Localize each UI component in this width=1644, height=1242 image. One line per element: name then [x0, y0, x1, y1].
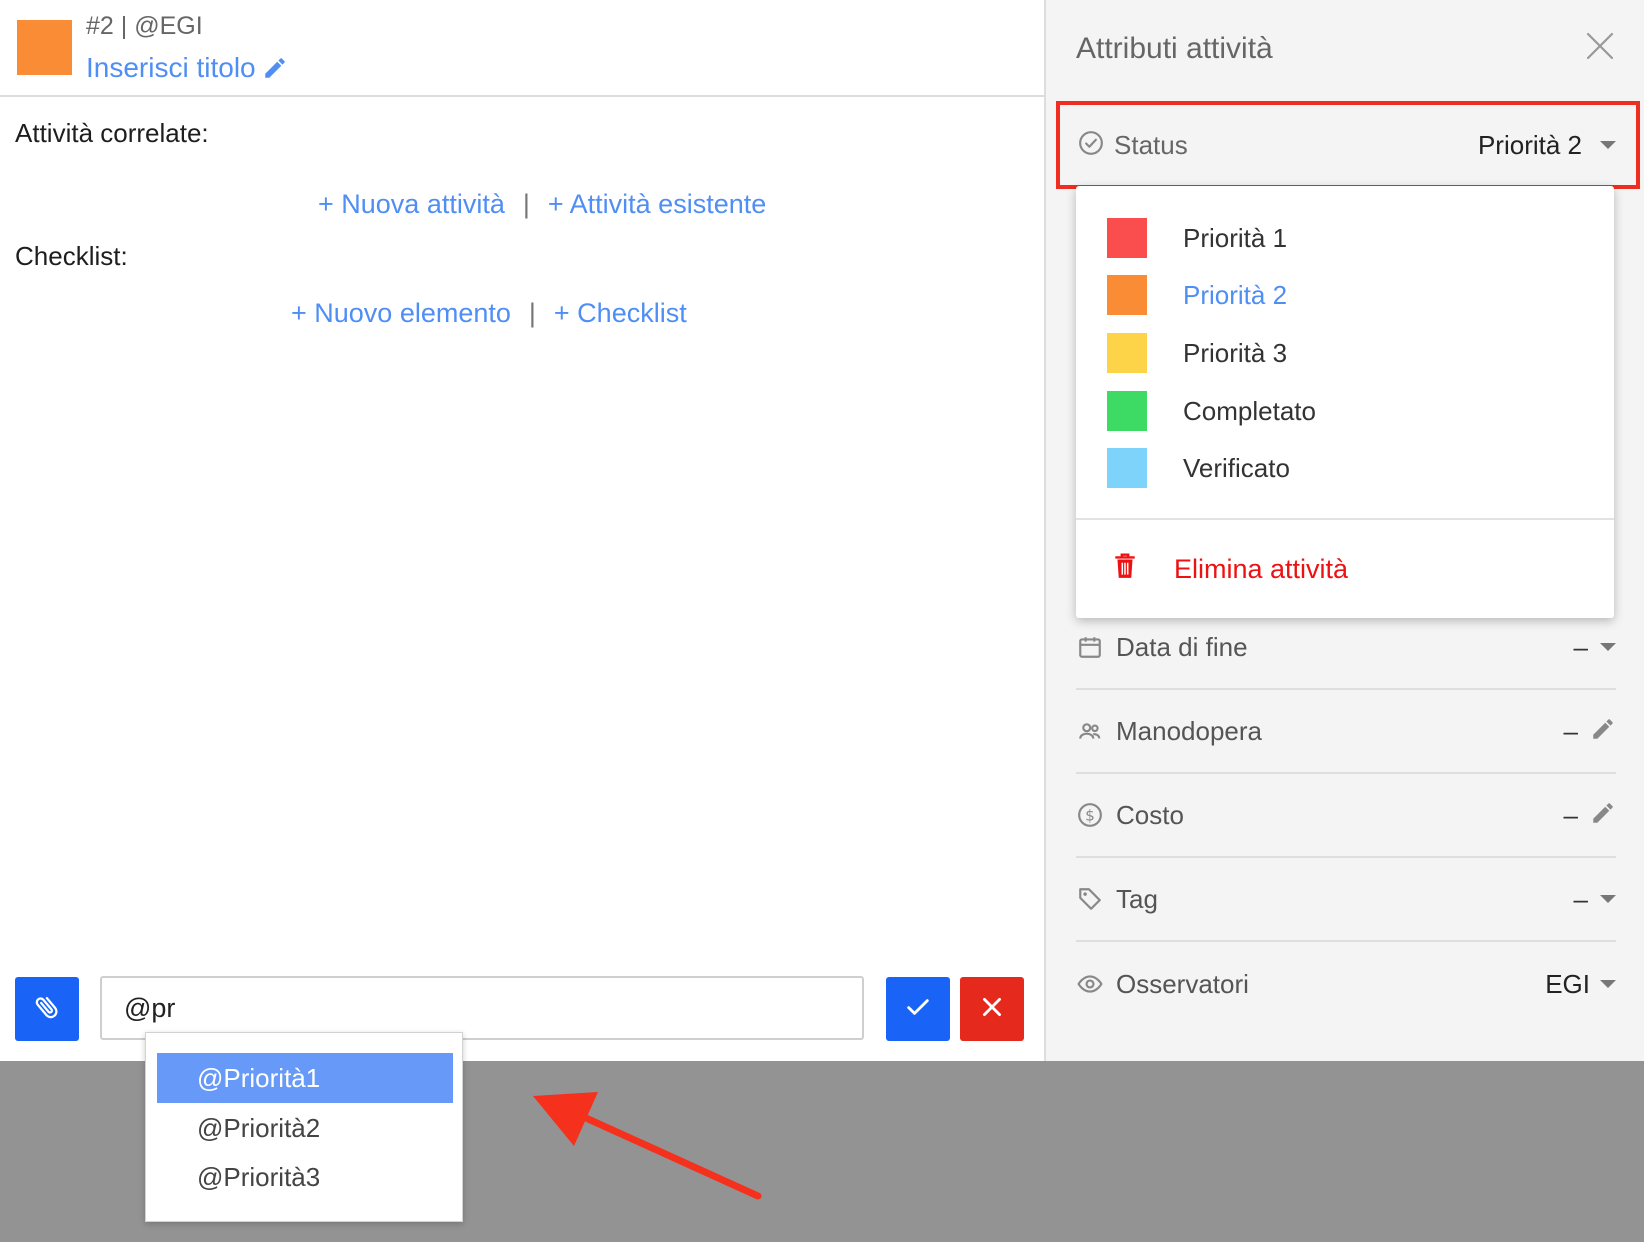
confirm-comment-button[interactable] [886, 977, 950, 1041]
task-meta: #2 | @EGI [86, 12, 203, 40]
dollar-circle-icon: $ [1076, 801, 1104, 829]
panel-title: Attributi attività [1076, 32, 1273, 65]
link-separator: | [528, 298, 536, 328]
link-separator: | [522, 189, 530, 219]
labor-value: – [1563, 715, 1578, 746]
status-option-verified[interactable]: Verificato [1107, 448, 1290, 488]
chevron-down-icon [1600, 895, 1616, 903]
close-icon [979, 994, 1005, 1025]
end-date-value: – [1573, 631, 1588, 662]
new-task-link[interactable]: + Nuova attività [318, 189, 505, 220]
new-element-link[interactable]: + Nuovo elemento [291, 298, 511, 329]
cost-row[interactable]: $ Costo – [1076, 774, 1616, 858]
color-swatch [1107, 275, 1147, 315]
trash-icon [1112, 552, 1138, 587]
color-swatch [1107, 391, 1147, 431]
pencil-icon[interactable] [1590, 716, 1616, 747]
paperclip-icon [32, 992, 62, 1027]
dropdown-divider [1076, 518, 1614, 520]
status-color-swatch [17, 20, 72, 75]
related-links-row: + Nuova attività | + Attività esistente [318, 189, 766, 220]
svg-text:$: $ [1085, 806, 1095, 824]
mention-option[interactable]: @Priorità2 [157, 1103, 453, 1153]
end-date-label: Data di fine [1116, 631, 1248, 662]
option-label: Priorità 1 [1183, 222, 1288, 253]
color-swatch [1107, 448, 1147, 488]
status-select[interactable]: Status Priorità 2 [1056, 101, 1640, 189]
tag-row[interactable]: Tag – [1076, 858, 1616, 942]
checkmark-icon [904, 993, 932, 1026]
status-option-priority-1[interactable]: Priorità 1 [1107, 218, 1287, 258]
check-circle-icon [1078, 130, 1104, 161]
close-panel-button[interactable] [1584, 30, 1616, 62]
title-link-label: Inserisci titolo [86, 52, 256, 83]
option-label: Priorità 2 [1183, 279, 1288, 310]
eye-icon [1076, 970, 1104, 998]
option-label: Verificato [1183, 452, 1290, 483]
color-swatch [1107, 218, 1147, 258]
chevron-down-icon [1600, 980, 1616, 988]
pencil-icon[interactable] [1590, 800, 1616, 831]
mention-suggestions-popup: @Priorità1 @Priorità2 @Priorità3 [145, 1032, 463, 1222]
status-label: Status [1114, 129, 1188, 160]
add-checklist-link[interactable]: + Checklist [554, 298, 687, 329]
chevron-down-icon [1600, 141, 1616, 149]
status-option-completed[interactable]: Completato [1107, 391, 1316, 431]
color-swatch [1107, 333, 1147, 373]
mention-option[interactable]: @Priorità1 [157, 1053, 453, 1103]
status-option-priority-2[interactable]: Priorità 2 [1107, 275, 1287, 315]
option-label: Priorità 3 [1183, 337, 1288, 368]
status-value: Priorità 2 [1477, 129, 1582, 160]
task-main-pane: #2 | @EGI Inserisci titolo Attività corr… [0, 0, 1044, 1061]
cancel-comment-button[interactable] [960, 977, 1024, 1041]
tag-value: – [1573, 883, 1588, 914]
cost-label: Costo [1116, 799, 1184, 830]
edit-title-link[interactable]: Inserisci titolo [86, 52, 288, 84]
existing-task-link[interactable]: + Attività esistente [548, 189, 766, 220]
tag-label: Tag [1116, 883, 1158, 914]
task-header: #2 | @EGI Inserisci titolo [0, 0, 1044, 97]
observers-row[interactable]: Osservatori EGI [1076, 942, 1616, 1026]
labor-row[interactable]: Manodopera – [1076, 690, 1616, 774]
checklist-links-row: + Nuovo elemento | + Checklist [291, 298, 687, 329]
people-icon [1076, 717, 1104, 745]
observers-label: Osservatori [1116, 968, 1249, 999]
comment-input[interactable] [100, 976, 864, 1040]
cost-value: – [1563, 799, 1578, 830]
related-tasks-label: Attività correlate: [15, 118, 209, 148]
status-dropdown-menu: Priorità 1 Priorità 2 Priorità 3 Complet… [1076, 186, 1614, 618]
close-icon [1586, 32, 1614, 60]
chevron-down-icon [1600, 643, 1616, 651]
delete-task-button[interactable]: Elimina attività [1112, 552, 1348, 587]
labor-label: Manodopera [1116, 715, 1262, 746]
status-option-priority-3[interactable]: Priorità 3 [1107, 333, 1287, 373]
checklist-label: Checklist: [15, 241, 128, 271]
end-date-row[interactable]: Data di fine – [1076, 606, 1616, 690]
tag-icon [1076, 885, 1104, 913]
mention-option[interactable]: @Priorità3 [157, 1152, 453, 1202]
option-label: Completato [1183, 395, 1316, 426]
calendar-icon [1076, 633, 1104, 661]
observers-value: EGI [1545, 968, 1590, 999]
delete-task-label: Elimina attività [1174, 554, 1349, 584]
pencil-icon [262, 55, 288, 81]
attach-button[interactable] [15, 977, 79, 1041]
